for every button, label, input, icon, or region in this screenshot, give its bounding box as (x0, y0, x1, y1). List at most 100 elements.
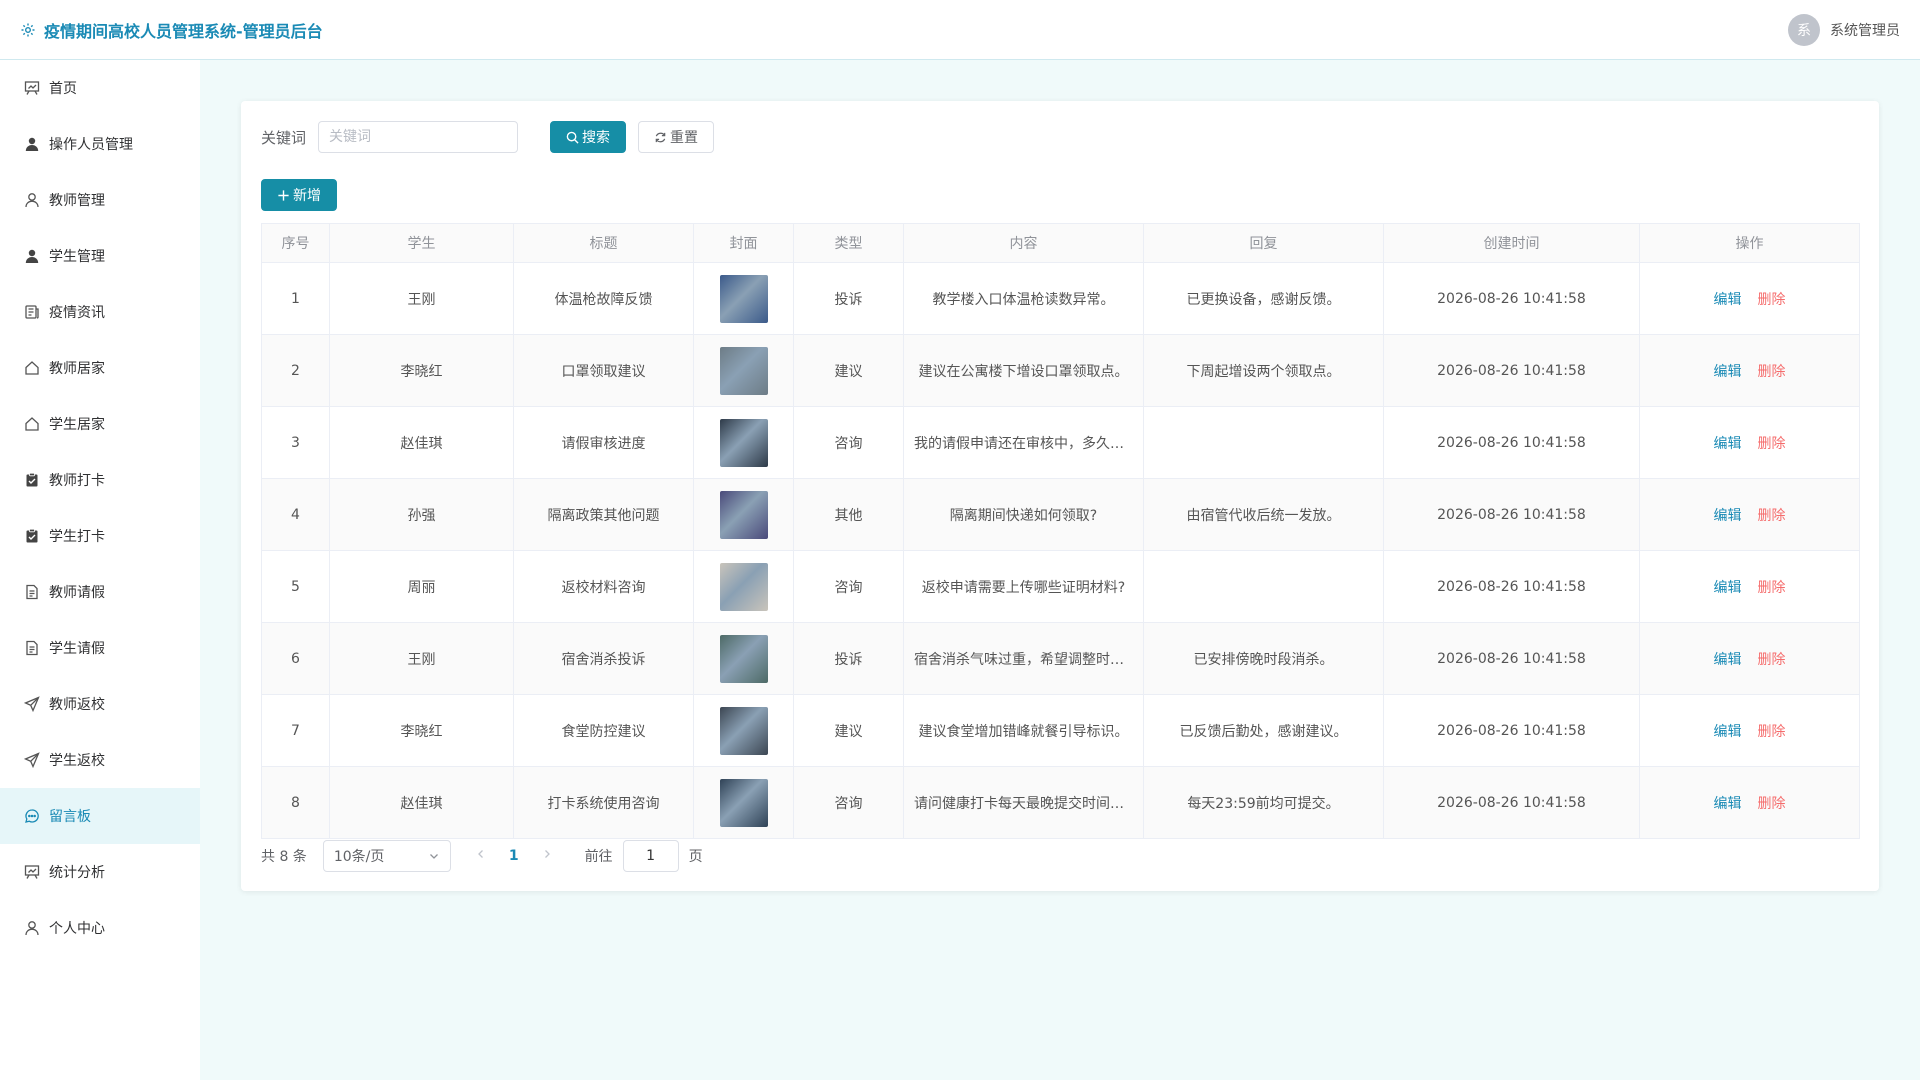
cover-image[interactable] (719, 346, 768, 395)
cell-content: 建议食堂增加错峰就餐引导标识。 (903, 694, 1144, 767)
cover-image[interactable] (719, 490, 768, 539)
cell-type: 建议 (793, 694, 904, 767)
cell-type: 咨询 (793, 406, 904, 479)
reset-button[interactable]: 重置 (638, 121, 715, 153)
sidebar-item-7[interactable]: 教师打卡 (0, 452, 200, 508)
header-title: 标题 (513, 223, 694, 263)
pagination: 共 8 条 10条/页 1 前往 页 (261, 840, 703, 872)
edit-button[interactable]: 编辑 (1714, 436, 1742, 452)
goto-page-input[interactable] (622, 840, 679, 872)
chevron-down-icon (429, 854, 438, 859)
cell-cover (693, 622, 794, 695)
sidebar-item-2[interactable]: 教师管理 (0, 172, 200, 228)
cover-image[interactable] (719, 706, 768, 755)
sidebar-item-label: 学生返校 (49, 753, 105, 769)
sidebar-item-label: 教师返校 (49, 697, 105, 713)
delete-button[interactable]: 删除 (1758, 724, 1786, 740)
delete-button[interactable]: 删除 (1758, 796, 1786, 812)
cell-actions: 编辑 删除 (1639, 406, 1860, 479)
edit-button[interactable]: 编辑 (1714, 652, 1742, 668)
page-number-current[interactable]: 1 (509, 848, 519, 864)
edit-button[interactable]: 编辑 (1714, 508, 1742, 524)
cover-image[interactable] (719, 634, 768, 683)
username[interactable]: 系统管理员 (1830, 20, 1900, 40)
chevron-left-icon (477, 850, 483, 858)
cell-created-time: 2026-08-26 10:41:58 (1383, 766, 1640, 839)
sidebar-item-6[interactable]: 学生居家 (0, 396, 200, 452)
cell-student: 王刚 (329, 622, 514, 695)
cell-no: 6 (261, 622, 330, 695)
sidebar-item-label: 操作人员管理 (49, 137, 133, 153)
sidebar-item-14[interactable]: 统计分析 (0, 844, 200, 900)
next-page-button[interactable] (541, 848, 553, 864)
cell-content: 返校申请需要上传哪些证明材料? (903, 550, 1144, 623)
cell-created-time: 2026-08-26 10:41:58 (1383, 478, 1640, 551)
top-header: 疫情期间高校人员管理系统-管理员后台 系 系统管理员 (0, 0, 1920, 60)
sidebar-item-label: 学生居家 (49, 417, 105, 433)
sidebar-item-5[interactable]: 教师居家 (0, 340, 200, 396)
search-button[interactable]: 搜索 (550, 121, 627, 153)
edit-button[interactable]: 编辑 (1714, 724, 1742, 740)
cell-cover (693, 478, 794, 551)
delete-button[interactable]: 删除 (1758, 364, 1786, 380)
cell-content: 教学楼入口体温枪读数异常。 (903, 262, 1144, 335)
edit-button[interactable]: 编辑 (1714, 580, 1742, 596)
cell-reply (1143, 406, 1384, 479)
sidebar-item-label: 学生打卡 (49, 529, 105, 545)
table-row: 8 赵佳琪 打卡系统使用咨询 咨询 请问健康打卡每天最晚提交时间是几点？ 每天23:59前… (261, 766, 1860, 839)
sidebar-item-label: 教师打卡 (49, 473, 105, 489)
cell-student: 李晓红 (329, 694, 514, 767)
avatar[interactable]: 系 (1788, 13, 1820, 46)
house-icon (24, 360, 40, 376)
user-menu[interactable]: 系 系统管理员 (1788, 13, 1900, 46)
sidebar-item-9[interactable]: 教师请假 (0, 564, 200, 620)
cell-student: 孙强 (329, 478, 514, 551)
cell-content: 建议在公寓楼下增设口罩领取点。 (903, 334, 1144, 407)
sidebar-item-12[interactable]: 学生返校 (0, 732, 200, 788)
delete-button[interactable]: 删除 (1758, 436, 1786, 452)
cell-type: 咨询 (793, 766, 904, 839)
cover-image[interactable] (719, 418, 768, 467)
table-header-row: 序号 学生 标题 封面 类型 内容 回复 创建时间 操作 (261, 223, 1860, 263)
sidebar-item-1[interactable]: 操作人员管理 (0, 116, 200, 172)
cell-type: 投诉 (793, 622, 904, 695)
edit-button[interactable]: 编辑 (1714, 364, 1742, 380)
cell-cover (693, 262, 794, 335)
cell-type: 咨询 (793, 550, 904, 623)
edit-button[interactable]: 编辑 (1714, 796, 1742, 812)
header-content: 内容 (903, 223, 1144, 263)
cover-image[interactable] (719, 274, 768, 323)
cell-title: 口罩领取建议 (513, 334, 694, 407)
cover-image[interactable] (719, 778, 768, 827)
chart-board-icon (24, 864, 40, 880)
sidebar-item-8[interactable]: 学生打卡 (0, 508, 200, 564)
edit-button[interactable]: 编辑 (1714, 292, 1742, 308)
cell-content: 请问健康打卡每天最晚提交时间是几点？ (903, 766, 1144, 839)
page-size-select[interactable]: 10条/页 (322, 840, 451, 872)
search-input[interactable] (318, 121, 519, 153)
sidebar-item-0[interactable]: 首页 (0, 60, 200, 116)
cell-cover (693, 550, 794, 623)
chevron-right-icon (544, 850, 550, 858)
sidebar-item-13[interactable]: 留言板 (0, 788, 200, 844)
table-row: 2 李晓红 口罩领取建议 建议 建议在公寓楼下增设口罩领取点。 下周起增设两个领取点。 20… (261, 334, 1860, 407)
cell-student: 赵佳琪 (329, 766, 514, 839)
delete-button[interactable]: 删除 (1758, 652, 1786, 668)
sidebar-item-11[interactable]: 教师返校 (0, 676, 200, 732)
sidebar-item-4[interactable]: 疫情资讯 (0, 284, 200, 340)
cell-student: 李晓红 (329, 334, 514, 407)
plus-icon (278, 189, 289, 201)
sidebar-item-3[interactable]: 学生管理 (0, 228, 200, 284)
add-button[interactable]: 新增 (261, 179, 337, 211)
delete-button[interactable]: 删除 (1758, 292, 1786, 308)
prev-page-button[interactable] (475, 848, 487, 864)
cover-image[interactable] (719, 562, 768, 611)
table-row: 3赵佳琪请假审核进度 咨询我的请假申请还在审核中，多久能出结果？ 2026-08-2… (261, 406, 1860, 479)
sidebar-item-15[interactable]: 个人中心 (0, 900, 200, 956)
sidebar-item-label: 教师管理 (49, 193, 105, 209)
reset-button-label: 重置 (670, 130, 699, 146)
cell-cover (693, 766, 794, 839)
delete-button[interactable]: 删除 (1758, 508, 1786, 524)
delete-button[interactable]: 删除 (1758, 580, 1786, 596)
sidebar-item-10[interactable]: 学生请假 (0, 620, 200, 676)
